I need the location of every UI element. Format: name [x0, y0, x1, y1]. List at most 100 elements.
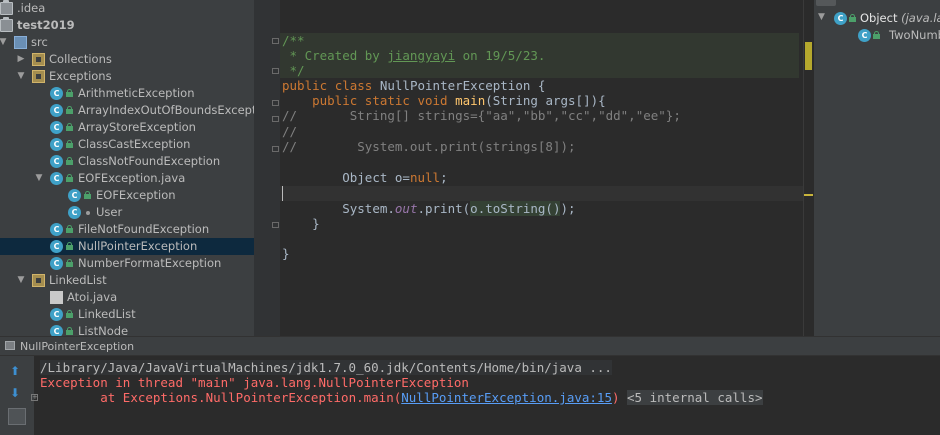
- fold-expand-icon[interactable]: +: [31, 394, 38, 401]
- text-caret: [282, 186, 283, 201]
- tree-item[interactable]: ▼ LinkedList: [0, 272, 254, 289]
- structure-toolbar-button[interactable]: [816, 0, 836, 6]
- tree-item-label: src: [31, 35, 48, 49]
- code-line-8[interactable]: // System.out.print(strings[8]);: [282, 139, 576, 154]
- class-icon: C: [50, 155, 63, 168]
- tree-item[interactable]: C LinkedList: [0, 306, 254, 323]
- console-stacktrace-line: at Exceptions.NullPointerException.main(…: [40, 390, 763, 405]
- tree-item[interactable]: ▼ Exceptions: [0, 68, 254, 85]
- tree-item[interactable]: ▶ Collections: [0, 51, 254, 68]
- structure-child[interactable]: TwoNumb: [889, 27, 940, 44]
- fold-marker[interactable]: [272, 68, 279, 74]
- tree-item-label: ArrayStoreException: [78, 120, 196, 134]
- package-icon: [32, 70, 45, 83]
- source-link[interactable]: NullPointerException.java:15: [401, 390, 612, 405]
- tree-item-label: LinkedList: [49, 273, 107, 287]
- tree-item[interactable]: C ListNode: [0, 323, 254, 336]
- caret-marker[interactable]: [804, 194, 813, 196]
- chevron-down-icon[interactable]: ▼: [818, 12, 825, 22]
- method-params: (String args[]){: [485, 93, 606, 108]
- class-icon: C: [50, 308, 63, 321]
- code-line-7[interactable]: //: [282, 124, 297, 139]
- method-name: main: [455, 93, 486, 108]
- tree-item[interactable]: C ClassCastException: [0, 136, 254, 153]
- tree-item[interactable]: C ArithmeticException: [0, 85, 254, 102]
- arrow-up-icon[interactable]: ⬆: [10, 364, 20, 378]
- console-exception-line: Exception in thread "main" java.lang.Nul…: [40, 375, 469, 390]
- code-line-12[interactable]: System.out.print(o.toString());: [282, 201, 576, 216]
- tree-item[interactable]: C ArrayIndexOutOfBoundsException: [0, 102, 254, 119]
- idea-folder-icon: [0, 0, 13, 15]
- tree-item[interactable]: C ClassNotFoundException: [0, 153, 254, 170]
- class-icon: C: [50, 104, 63, 117]
- tree-item[interactable]: test2019: [0, 17, 254, 34]
- run-tab-title[interactable]: NullPointerException: [20, 339, 134, 354]
- code-line-4[interactable]: public class NullPointerException {: [282, 78, 545, 93]
- keyword: public: [312, 93, 358, 108]
- class-icon: C: [68, 206, 81, 219]
- tree-item[interactable]: C NumberFormatException: [0, 255, 254, 272]
- code-line-2[interactable]: * Created by jiangyayi on 19/5/23.: [282, 48, 546, 63]
- lock-icon: [66, 225, 73, 233]
- keyword: public: [282, 78, 328, 93]
- tree-item-label: ArithmeticException: [78, 86, 195, 100]
- chevron-down-icon[interactable]: ▼: [34, 170, 44, 187]
- tree-item[interactable]: ▼ src: [0, 34, 254, 51]
- tree-item-label: test2019: [17, 18, 75, 32]
- code-line-6[interactable]: // String[] strings={"aa","bb","cc","dd"…: [282, 108, 681, 123]
- fold-marker[interactable]: [272, 116, 279, 122]
- arrow-down-icon[interactable]: ⬇: [10, 386, 20, 400]
- code-line-5[interactable]: public static void main(String args[]){: [282, 93, 606, 108]
- doc-comment: on 19/5/23.: [455, 48, 546, 63]
- code-text: Object o=: [342, 170, 410, 185]
- lock-icon: [66, 310, 73, 318]
- class-icon: C: [858, 29, 871, 42]
- code-text: ;: [440, 170, 448, 185]
- doc-comment: * Created by: [282, 48, 388, 63]
- fold-marker[interactable]: [272, 222, 279, 228]
- console-command-line: /Library/Java/JavaVirtualMachines/jdk1.7…: [40, 360, 612, 375]
- tree-item[interactable]: ▼ C EOFException.java: [0, 170, 254, 187]
- lock-icon: [66, 157, 73, 165]
- code-line-15[interactable]: }: [282, 246, 290, 261]
- tree-item-label: Atoi.java: [67, 290, 118, 304]
- project-tree-panel: .idea test2019 ▼ src ▶ Collections ▼ Exceptions…: [0, 0, 254, 336]
- fold-marker[interactable]: [272, 38, 279, 44]
- soft-wrap-icon[interactable]: [8, 408, 26, 425]
- tree-item-label: EOFException.java: [78, 171, 186, 185]
- chevron-down-icon[interactable]: ▼: [0, 34, 8, 51]
- tree-item[interactable]: C NullPointerException: [0, 238, 254, 255]
- code-line-10[interactable]: Object o=null;: [282, 170, 448, 185]
- tree-item[interactable]: C FileNotFoundException: [0, 221, 254, 238]
- code-line-13[interactable]: }: [282, 216, 320, 231]
- tree-item[interactable]: C ArrayStoreException: [0, 119, 254, 136]
- code-text: System.: [342, 201, 395, 216]
- tree-item[interactable]: .idea: [0, 0, 254, 17]
- class-icon: C: [50, 138, 63, 151]
- tree-item-label: EOFException: [96, 188, 176, 202]
- editor-gutter[interactable]: [254, 0, 280, 336]
- tree-item[interactable]: C User: [0, 204, 254, 221]
- tree-item-label: ClassCastException: [78, 137, 191, 151]
- structure-root[interactable]: Object (java.la: [860, 10, 940, 27]
- tree-item-label: FileNotFoundException: [78, 222, 210, 236]
- tree-item[interactable]: Atoi.java: [0, 289, 254, 306]
- lock-icon: [66, 89, 73, 97]
- stack-frame-text: ): [611, 390, 620, 405]
- module-folder-icon: [0, 17, 13, 32]
- fold-marker[interactable]: [272, 146, 279, 152]
- warning-marker[interactable]: [805, 42, 812, 70]
- highlighted-expression: o.toString(): [470, 201, 561, 216]
- java-file-icon: C: [50, 172, 63, 185]
- chevron-right-icon[interactable]: ▶: [16, 51, 26, 68]
- fold-marker[interactable]: [272, 100, 279, 106]
- chevron-down-icon[interactable]: ▼: [16, 68, 26, 85]
- internal-calls-folded[interactable]: <5 internal calls>: [627, 390, 763, 405]
- java-file-icon: [50, 291, 63, 304]
- doc-comment: /**: [282, 33, 305, 48]
- code-line-3[interactable]: */: [282, 63, 305, 78]
- code-line-1[interactable]: /**: [282, 33, 305, 48]
- tree-item[interactable]: C EOFException: [0, 187, 254, 204]
- lock-icon: [66, 242, 73, 250]
- chevron-down-icon[interactable]: ▼: [16, 272, 26, 289]
